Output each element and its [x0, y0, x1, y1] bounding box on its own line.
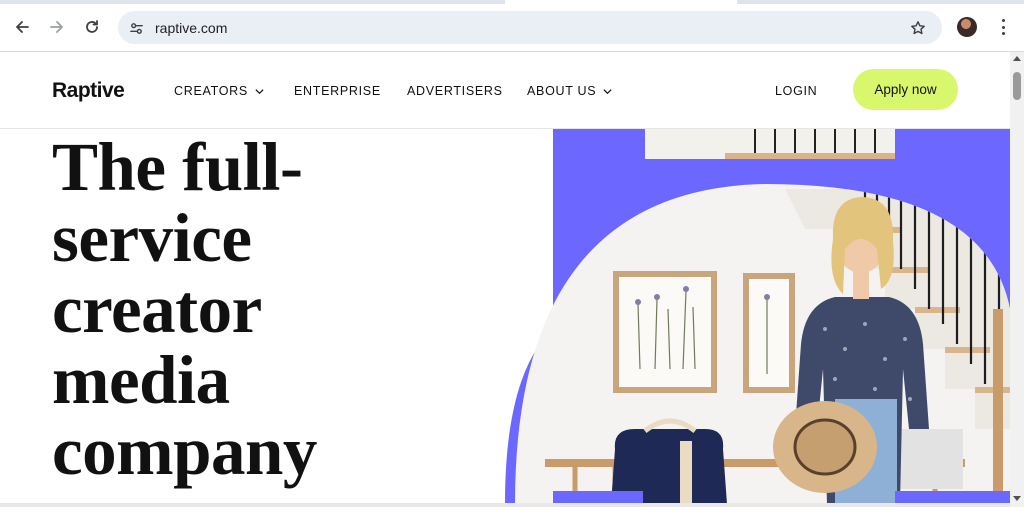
nav-item-advertisers[interactable]: ADVERTISERS: [407, 84, 503, 98]
hero-title-line: The full-: [52, 129, 303, 205]
browser-menu-button[interactable]: [995, 17, 1011, 37]
framed-botanical-print: [613, 271, 717, 393]
scroll-down-arrow-icon[interactable]: [1013, 496, 1021, 501]
address-bar[interactable]: raptive.com: [118, 11, 942, 44]
hero-title-line: company: [52, 413, 317, 489]
nav-item-about-us[interactable]: ABOUT US: [527, 84, 613, 98]
hero-illustration: [505, 129, 1010, 504]
tune-icon: [129, 22, 143, 34]
scroll-thumb[interactable]: [1013, 72, 1021, 100]
hero-image: [505, 129, 1010, 504]
straw-hat: [773, 401, 877, 493]
nav-item-creators[interactable]: CREATORS: [174, 84, 265, 98]
login-link[interactable]: LOGIN: [775, 84, 817, 98]
star-icon: [911, 21, 925, 35]
chevron-down-icon: [255, 88, 264, 94]
nav-item-label: ABOUT US: [527, 84, 597, 98]
apply-now-button[interactable]: Apply now: [853, 69, 958, 110]
hero-title-line: media: [52, 342, 230, 418]
kebab-menu-icon: [1001, 19, 1005, 22]
bookmark-button[interactable]: [908, 18, 928, 38]
nav-item-label: ADVERTISERS: [407, 84, 503, 98]
back-button[interactable]: [9, 14, 35, 40]
hero-title: The full- service creator media company: [52, 132, 472, 487]
profile-avatar[interactable]: [957, 17, 977, 37]
nav-item-label: CREATORS: [174, 84, 248, 98]
framed-botanical-print: [743, 273, 795, 393]
browser-toolbar: raptive.com: [0, 0, 1024, 52]
forward-button[interactable]: [44, 14, 70, 40]
site-header: Raptive CREATORS ENTERPRISE ADVERTISERS …: [0, 52, 1010, 129]
page-bottom-edge: [0, 503, 1010, 507]
active-tab-edge: [505, 0, 737, 4]
nav-item-enterprise[interactable]: ENTERPRISE: [294, 84, 381, 98]
url-text[interactable]: raptive.com: [155, 20, 227, 36]
raptive-logo[interactable]: Raptive: [52, 79, 125, 103]
nav-item-label: ENTERPRISE: [294, 84, 381, 98]
arrow-left-icon: [16, 21, 29, 33]
hero-title-line: creator: [52, 271, 262, 347]
reload-button[interactable]: [79, 14, 105, 40]
arrow-right-icon: [50, 21, 63, 33]
page-scrollbar[interactable]: [1010, 52, 1024, 507]
scroll-up-arrow-icon[interactable]: [1013, 56, 1021, 61]
chevron-down-icon: [603, 88, 612, 94]
hero-title-line: service: [52, 200, 252, 276]
reload-icon: [86, 20, 98, 33]
site-info-button[interactable]: [126, 18, 146, 38]
